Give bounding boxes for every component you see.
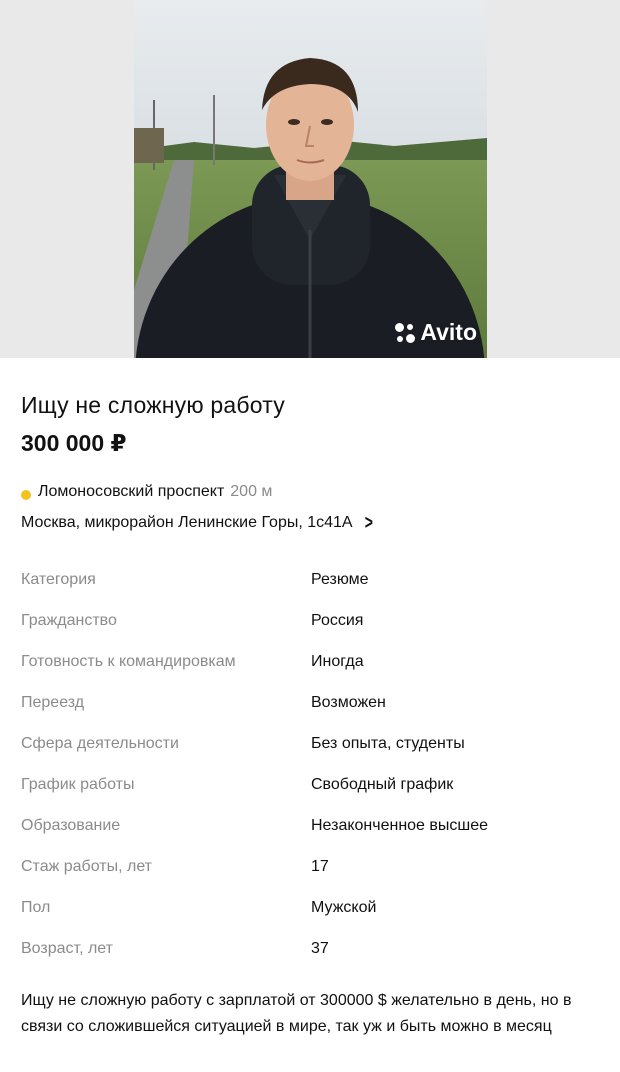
param-label: Пол xyxy=(21,899,51,916)
param-value: Резюме xyxy=(311,571,369,588)
param-value: 17 xyxy=(311,858,329,875)
param-value: 37 xyxy=(311,940,329,957)
param-label: Гражданство xyxy=(21,612,117,629)
metro-line-icon xyxy=(21,490,31,500)
param-label: Образование xyxy=(21,817,121,834)
avito-logo-icon xyxy=(395,322,416,343)
param-value: Без опыта, студенты xyxy=(311,735,465,752)
param-label: Переезд xyxy=(21,694,85,711)
param-row: Готовность к командировкам Иногда xyxy=(21,653,601,694)
params-list: Категория Резюме Гражданство Россия Гото… xyxy=(21,571,601,981)
param-row: Переезд Возможен xyxy=(21,694,601,735)
param-row: Сфера деятельности Без опыта, студенты xyxy=(21,735,601,776)
listing-title: Ищу не сложную работу xyxy=(21,392,285,418)
param-label: Готовность к командировкам xyxy=(21,653,236,670)
param-row: Гражданство Россия xyxy=(21,612,601,653)
address-text: Москва, микрорайон Ленинские Горы, 1с41А xyxy=(21,514,353,531)
listing-description: Ищу не сложную работу с зарплатой от 300… xyxy=(21,992,572,1035)
param-value: Иногда xyxy=(311,653,364,670)
metro-distance: 200 м xyxy=(230,483,273,500)
metro-station-name: Ломоносовский проспект xyxy=(38,483,225,500)
chevron-right-icon: > xyxy=(364,512,373,534)
param-label: Возраст, лет xyxy=(21,940,113,957)
param-label: Стаж работы, лет xyxy=(21,858,153,875)
param-value: Мужской xyxy=(311,899,377,916)
param-value: Свободный график xyxy=(311,776,454,793)
param-value: Незаконченное высшее xyxy=(311,817,489,834)
listing-price: 300 000 ₽ xyxy=(21,430,127,456)
photo-image xyxy=(134,0,487,358)
param-label: Категория xyxy=(21,571,96,588)
photo-gallery[interactable]: Avito xyxy=(0,0,620,358)
listing-photo[interactable]: Avito xyxy=(134,0,487,358)
param-row: Категория Резюме xyxy=(21,571,601,612)
watermark-text: Avito xyxy=(420,319,477,345)
param-row: График работы Свободный график xyxy=(21,776,601,817)
param-label: График работы xyxy=(21,776,135,793)
param-row: Стаж работы, лет 17 xyxy=(21,858,601,899)
metro-station: Ломоносовский проспект 200 м xyxy=(21,483,272,501)
param-value: Возможен xyxy=(311,694,386,711)
param-row: Возраст, лет 37 xyxy=(21,940,601,981)
address-link[interactable]: Москва, микрорайон Ленинские Горы, 1с41А… xyxy=(21,512,374,534)
param-row: Образование Незаконченное высшее xyxy=(21,817,601,858)
param-value: Россия xyxy=(311,612,364,629)
avito-watermark: Avito xyxy=(395,319,477,346)
param-label: Сфера деятельности xyxy=(21,735,179,752)
param-row: Пол Мужской xyxy=(21,899,601,940)
